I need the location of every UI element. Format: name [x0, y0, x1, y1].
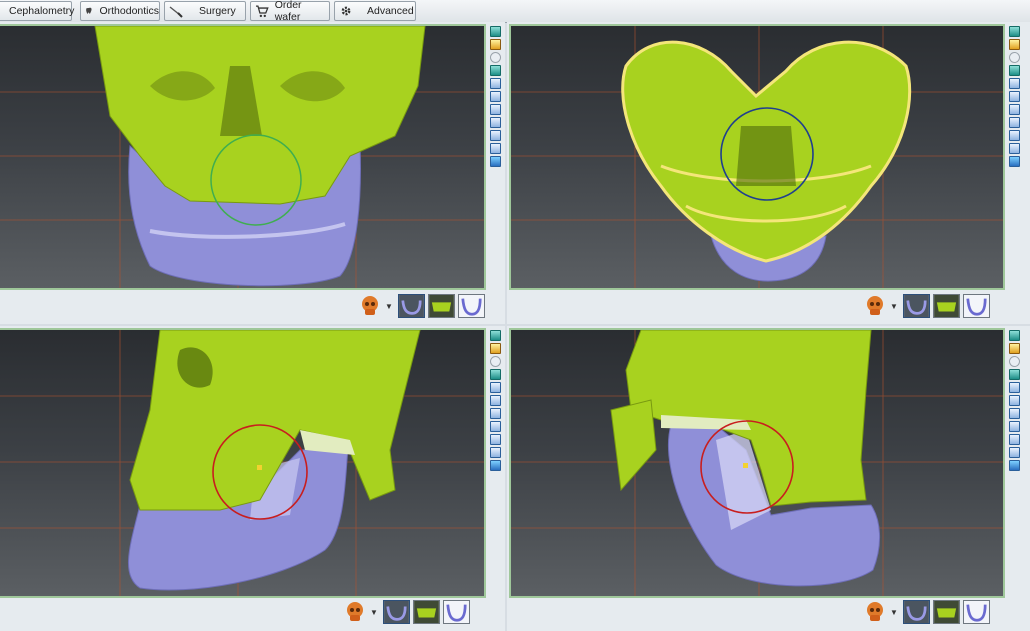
view-left-icon[interactable]: [489, 408, 501, 419]
volume-icon[interactable]: [489, 65, 501, 76]
frontal-skull-render: [0, 26, 484, 288]
view-left-icon[interactable]: [1008, 408, 1020, 419]
view-dropdown-caret-icon[interactable]: ▼: [385, 302, 393, 311]
rotate-icon[interactable]: [489, 356, 501, 367]
mandible-thumbnail[interactable]: [902, 600, 930, 624]
measure-icon[interactable]: [1008, 343, 1020, 354]
advanced-label: Advanced: [367, 5, 414, 17]
cube-icon[interactable]: [1008, 156, 1020, 167]
scalpel-icon: [169, 6, 183, 18]
mandible-outline-thumbnail[interactable]: [442, 600, 470, 624]
mandible-outline-thumbnail[interactable]: [962, 600, 990, 624]
left-lateral-skull-render: [511, 330, 1003, 596]
gear-icon: [341, 6, 351, 16]
surgery-tab[interactable]: Surgery: [164, 1, 246, 21]
view-back-icon[interactable]: [1008, 395, 1020, 406]
mandible-thumbnail[interactable]: [382, 600, 410, 624]
cart-icon: [255, 5, 269, 18]
view-left-icon[interactable]: [1008, 104, 1020, 115]
view-bottom-icon[interactable]: [489, 143, 501, 154]
view-back-icon[interactable]: [1008, 91, 1020, 102]
layers-icon[interactable]: [489, 330, 501, 341]
rotate-icon[interactable]: [489, 52, 501, 63]
order-wafer-tab[interactable]: Order wafer: [250, 0, 330, 23]
inferior-3d-viewport[interactable]: [509, 24, 1005, 290]
view-right-icon[interactable]: [1008, 117, 1020, 128]
orthodontics-tab[interactable]: Orthodontics: [80, 1, 160, 21]
right-lateral-skull-render: [0, 330, 484, 596]
view-dropdown-caret-icon[interactable]: ▼: [890, 608, 898, 617]
layers-icon[interactable]: [489, 26, 501, 37]
inferior-skull-render: [511, 26, 1003, 288]
frontal-3d-viewport[interactable]: [0, 24, 486, 290]
view-dropdown-caret-icon[interactable]: ▼: [890, 302, 898, 311]
skull-icon[interactable]: [360, 295, 380, 317]
skull-icon[interactable]: [865, 295, 885, 317]
view-right-icon[interactable]: [1008, 421, 1020, 432]
view-top-icon[interactable]: [1008, 434, 1020, 445]
view-back-icon[interactable]: [489, 395, 501, 406]
view-top-icon[interactable]: [1008, 130, 1020, 141]
frontal-view-tools: [488, 26, 502, 167]
maxilla-thumbnail[interactable]: [932, 294, 960, 318]
view-bottom-icon[interactable]: [489, 447, 501, 458]
layers-icon[interactable]: [1008, 330, 1020, 341]
view-front-icon[interactable]: [1008, 382, 1020, 393]
right-lateral-3d-viewport[interactable]: [0, 328, 486, 598]
view-right-icon[interactable]: [489, 117, 501, 128]
maxilla-thumbnail[interactable]: [932, 600, 960, 624]
tooth-icon: [86, 7, 92, 15]
module-toolbar: Cephalometry Orthodontics Surgery Order …: [0, 0, 1030, 23]
volume-icon[interactable]: [1008, 369, 1020, 380]
left-lateral-3d-viewport[interactable]: [509, 328, 1005, 598]
right-lateral-view-pane: ▼: [0, 326, 505, 631]
surgery-label: Surgery: [199, 5, 236, 17]
mandible-thumbnail[interactable]: [902, 294, 930, 318]
left-lateral-view-pane: ▼: [507, 326, 1030, 631]
volume-icon[interactable]: [489, 369, 501, 380]
inferior-view-bar: ▼: [865, 294, 990, 318]
view-front-icon[interactable]: [489, 382, 501, 393]
cube-icon[interactable]: [489, 460, 501, 471]
right-lateral-view-tools: [488, 330, 502, 471]
cube-icon[interactable]: [1008, 460, 1020, 471]
view-bottom-icon[interactable]: [1008, 447, 1020, 458]
maxilla-thumbnail[interactable]: [412, 600, 440, 624]
volume-icon[interactable]: [1008, 65, 1020, 76]
rotate-icon[interactable]: [1008, 356, 1020, 367]
left-lateral-view-tools: [1007, 330, 1021, 471]
order-wafer-label: Order wafer: [274, 0, 302, 23]
advanced-tab[interactable]: Advanced: [334, 1, 416, 21]
cephalometry-label: Cephalometry: [9, 5, 75, 17]
view-front-icon[interactable]: [1008, 78, 1020, 89]
skull-icon[interactable]: [865, 601, 885, 623]
skull-icon[interactable]: [345, 601, 365, 623]
measure-icon[interactable]: [489, 343, 501, 354]
view-right-icon[interactable]: [489, 421, 501, 432]
orthodontics-label: Orthodontics: [99, 5, 159, 17]
inferior-view-tools: [1007, 26, 1021, 167]
mandible-thumbnail[interactable]: [397, 294, 425, 318]
mandible-outline-thumbnail[interactable]: [962, 294, 990, 318]
frontal-view-bar: ▼: [360, 294, 485, 318]
mandible-outline-thumbnail[interactable]: [457, 294, 485, 318]
cube-icon[interactable]: [489, 156, 501, 167]
rotate-icon[interactable]: [1008, 52, 1020, 63]
inferior-view-pane: ▼: [507, 22, 1030, 324]
right-lateral-view-bar: ▼: [345, 600, 470, 624]
view-dropdown-caret-icon[interactable]: ▼: [370, 608, 378, 617]
view-bottom-icon[interactable]: [1008, 143, 1020, 154]
layers-icon[interactable]: [1008, 26, 1020, 37]
left-lateral-view-bar: ▼: [865, 600, 990, 624]
maxilla-thumbnail[interactable]: [427, 294, 455, 318]
view-top-icon[interactable]: [489, 434, 501, 445]
cephalometry-tab[interactable]: Cephalometry: [0, 1, 75, 21]
measure-icon[interactable]: [489, 39, 501, 50]
view-left-icon[interactable]: [489, 104, 501, 115]
measure-icon[interactable]: [1008, 39, 1020, 50]
view-front-icon[interactable]: [489, 78, 501, 89]
view-back-icon[interactable]: [489, 91, 501, 102]
frontal-view-pane: ▼: [0, 22, 505, 324]
view-top-icon[interactable]: [489, 130, 501, 141]
